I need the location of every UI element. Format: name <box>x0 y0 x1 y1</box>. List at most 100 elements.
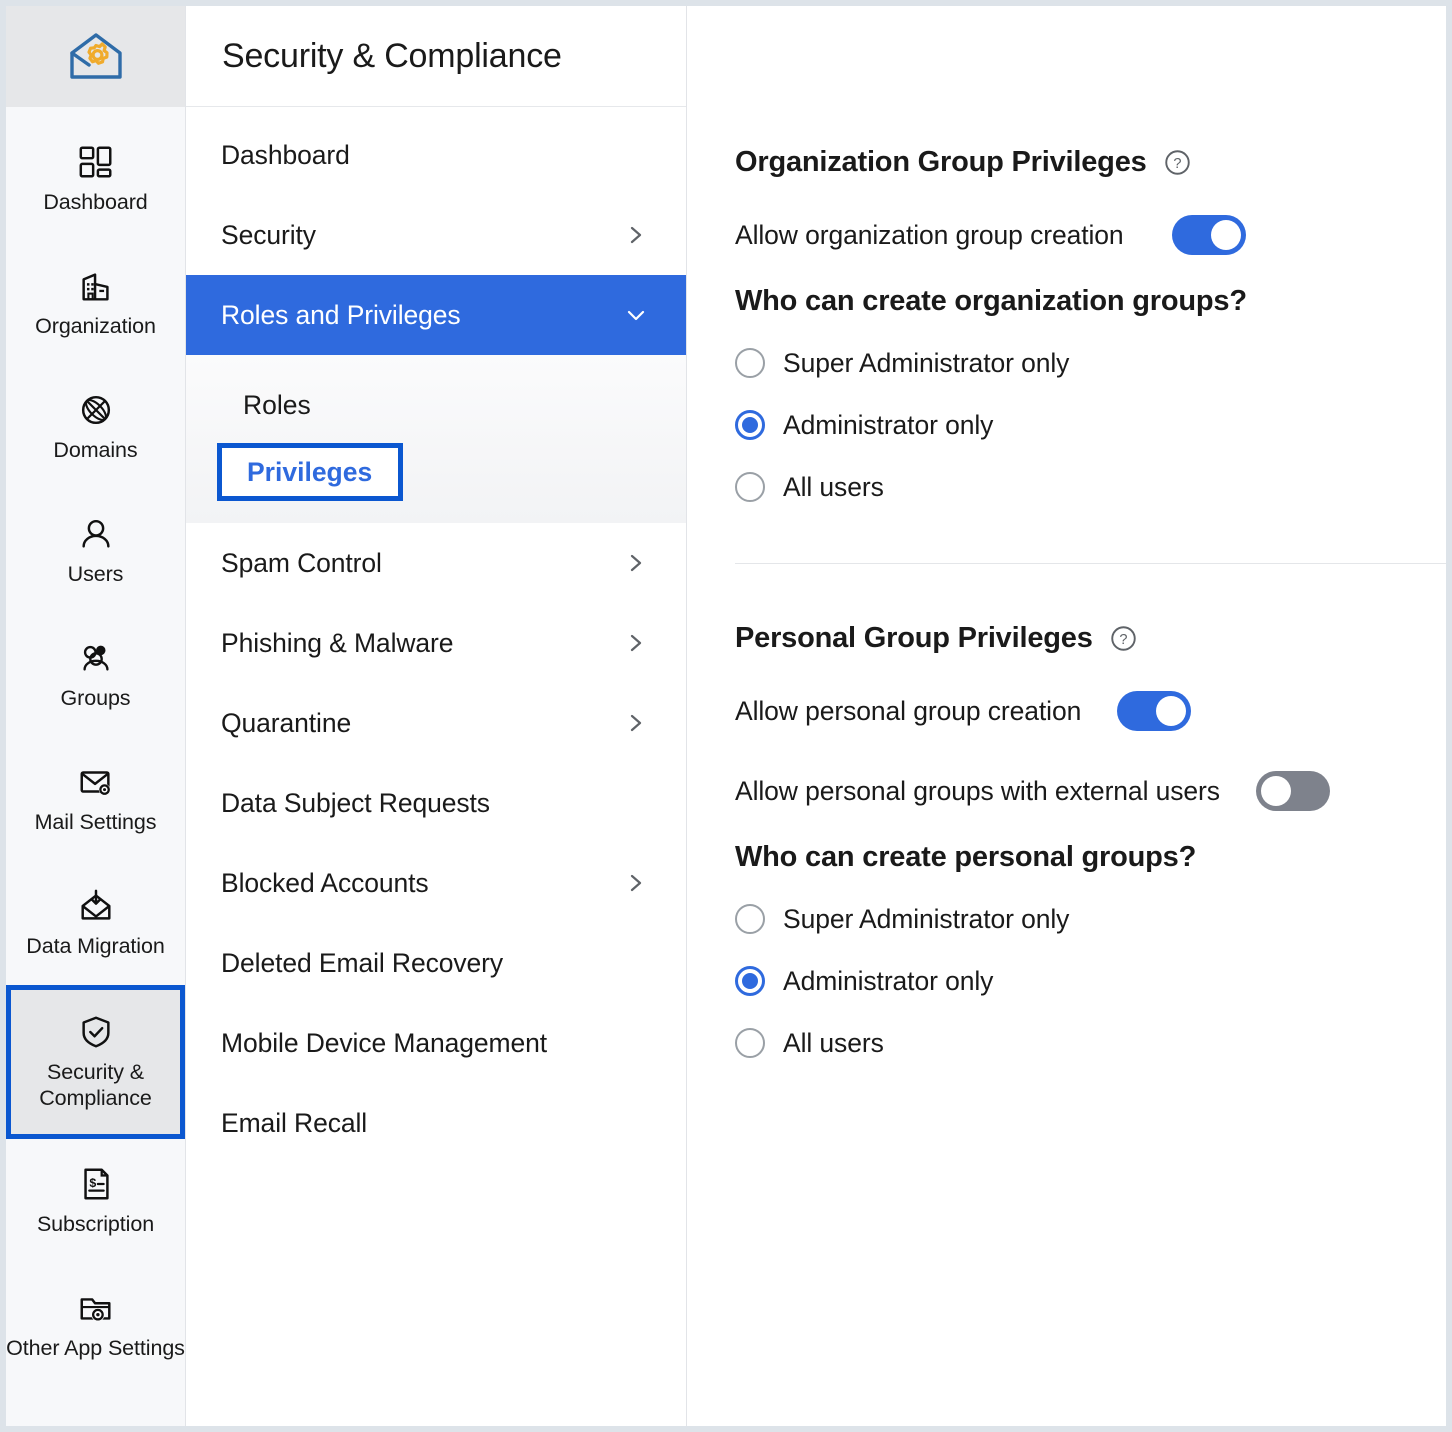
secondary-nav-column: Security & Compliance Dashboard Security… <box>186 6 687 1426</box>
submenu-item-roles[interactable]: Roles <box>186 373 686 437</box>
primary-sidebar: Dashboard Organization <box>6 6 186 1426</box>
submenu-item-label: Roles <box>243 390 311 421</box>
folder-gear-icon <box>77 1289 115 1327</box>
people-group-icon <box>77 639 115 677</box>
sidebar-item-label: Data Migration <box>26 933 164 959</box>
svg-text:?: ? <box>1119 632 1127 648</box>
sidebar-item-security-compliance[interactable]: Security & Compliance <box>6 985 185 1139</box>
sidebar-item-label: Mail Settings <box>35 809 157 835</box>
toggle-label: Allow personal group creation <box>735 696 1081 727</box>
chevron-right-icon <box>626 633 646 653</box>
radio-option-all-users[interactable]: All users <box>735 456 1446 518</box>
nav-item-label: Email Recall <box>221 1108 367 1139</box>
nav-item-dashboard[interactable]: Dashboard <box>186 115 686 195</box>
envelope-gear-icon <box>77 763 115 801</box>
radio-button[interactable] <box>735 966 765 996</box>
section-title: Organization Group Privileges <box>735 146 1147 179</box>
organization-group-privileges-section: Organization Group Privileges ? Allow or… <box>735 146 1446 518</box>
sidebar-item-label: Other App Settings <box>6 1335 185 1361</box>
sidebar-item-organization[interactable]: Organization <box>6 241 185 365</box>
svg-text:?: ? <box>1173 156 1181 172</box>
personal-group-privileges-section: Personal Group Privileges ? Allow person… <box>735 622 1446 1074</box>
app-window: Dashboard Organization <box>6 6 1446 1426</box>
radio-button[interactable] <box>735 410 765 440</box>
sidebar-item-data-migration[interactable]: Data Migration <box>6 861 185 985</box>
page-title: Security & Compliance <box>222 37 562 76</box>
section-header: Organization Group Privileges ? <box>735 146 1446 179</box>
nav-item-deleted-email-recovery[interactable]: Deleted Email Recovery <box>186 923 686 1003</box>
toggle-knob <box>1261 776 1291 806</box>
nav-item-label: Blocked Accounts <box>221 868 429 899</box>
chevron-right-icon <box>626 553 646 573</box>
submenu-item-label: Privileges <box>247 457 372 488</box>
sidebar-item-list: Dashboard Organization <box>6 107 185 1426</box>
sidebar-item-label: Users <box>68 561 124 587</box>
nav-item-label: Data Subject Requests <box>221 788 490 819</box>
submenu-item-privileges[interactable]: Privileges <box>217 443 403 501</box>
radio-label: Administrator only <box>783 966 993 997</box>
toggle-label: Allow organization group creation <box>735 220 1124 251</box>
page-header: Security & Compliance <box>186 6 686 107</box>
nav-item-label: Security <box>221 220 316 251</box>
main-content: Organization Group Privileges ? Allow or… <box>687 6 1446 1426</box>
radio-button[interactable] <box>735 1028 765 1058</box>
radio-option-personal-super-administrator-only[interactable]: Super Administrator only <box>735 888 1446 950</box>
allow-personal-groups-external-users-toggle[interactable] <box>1256 771 1330 811</box>
dashboard-grid-icon <box>77 143 115 181</box>
nav-item-spam-control[interactable]: Spam Control <box>186 523 686 603</box>
nav-item-quarantine[interactable]: Quarantine <box>186 683 686 763</box>
nav-item-label: Quarantine <box>221 708 351 739</box>
app-logo[interactable] <box>6 6 185 107</box>
allow-personal-group-creation-toggle[interactable] <box>1117 691 1191 731</box>
chevron-right-icon <box>626 713 646 733</box>
sidebar-item-subscription[interactable]: $ Subscription <box>6 1139 185 1263</box>
globe-icon <box>77 391 115 429</box>
nav-item-blocked-accounts[interactable]: Blocked Accounts <box>186 843 686 923</box>
nav-item-label: Mobile Device Management <box>221 1028 547 1059</box>
toggle-label: Allow personal groups with external user… <box>735 776 1220 807</box>
nav-item-label: Phishing & Malware <box>221 628 453 659</box>
radio-option-administrator-only[interactable]: Administrator only <box>735 394 1446 456</box>
radio-button[interactable] <box>735 348 765 378</box>
sidebar-item-groups[interactable]: Groups <box>6 613 185 737</box>
chevron-down-icon <box>626 305 646 325</box>
radio-button[interactable] <box>735 472 765 502</box>
who-can-create-organization-groups-label: Who can create organization groups? <box>735 285 1446 318</box>
radio-option-personal-administrator-only[interactable]: Administrator only <box>735 950 1446 1012</box>
help-question-icon[interactable]: ? <box>1110 625 1137 652</box>
sidebar-item-label: Security & Compliance <box>11 1059 180 1111</box>
nav-item-email-recall[interactable]: Email Recall <box>186 1083 686 1163</box>
envelope-download-icon <box>77 887 115 925</box>
sidebar-item-mail-settings[interactable]: Mail Settings <box>6 737 185 861</box>
radio-button[interactable] <box>735 904 765 934</box>
nav-item-roles-and-privileges[interactable]: Roles and Privileges <box>186 275 686 355</box>
nav-item-phishing-malware[interactable]: Phishing & Malware <box>186 603 686 683</box>
secondary-nav-list: Dashboard Security Roles and Privileges … <box>186 107 686 1163</box>
shield-check-icon <box>77 1013 115 1051</box>
allow-organization-group-creation-row: Allow organization group creation <box>735 207 1446 263</box>
radio-label: Administrator only <box>783 410 993 441</box>
sidebar-item-users[interactable]: Users <box>6 489 185 613</box>
nav-item-label: Roles and Privileges <box>221 300 461 331</box>
nav-item-label: Deleted Email Recovery <box>221 948 503 979</box>
help-question-icon[interactable]: ? <box>1164 149 1191 176</box>
nav-item-mobile-device-management[interactable]: Mobile Device Management <box>186 1003 686 1083</box>
toggle-knob <box>1156 696 1186 726</box>
nav-item-security[interactable]: Security <box>186 195 686 275</box>
sidebar-item-label: Dashboard <box>43 189 147 215</box>
sidebar-item-domains[interactable]: Domains <box>6 365 185 489</box>
sidebar-item-other-app-settings[interactable]: Other App Settings <box>6 1263 185 1387</box>
sidebar-item-label: Subscription <box>37 1211 154 1237</box>
svg-text:$: $ <box>89 1176 96 1190</box>
nav-item-data-subject-requests[interactable]: Data Subject Requests <box>186 763 686 843</box>
toggle-knob <box>1211 220 1241 250</box>
radio-option-super-administrator-only[interactable]: Super Administrator only <box>735 332 1446 394</box>
allow-organization-group-creation-toggle[interactable] <box>1172 215 1246 255</box>
sidebar-item-dashboard[interactable]: Dashboard <box>6 117 185 241</box>
radio-label: Super Administrator only <box>783 348 1069 379</box>
radio-option-personal-all-users[interactable]: All users <box>735 1012 1446 1074</box>
mail-settings-house-gear-logo <box>67 31 125 83</box>
section-divider <box>735 563 1446 564</box>
sidebar-item-label: Domains <box>53 437 137 463</box>
nav-item-label: Spam Control <box>221 548 382 579</box>
